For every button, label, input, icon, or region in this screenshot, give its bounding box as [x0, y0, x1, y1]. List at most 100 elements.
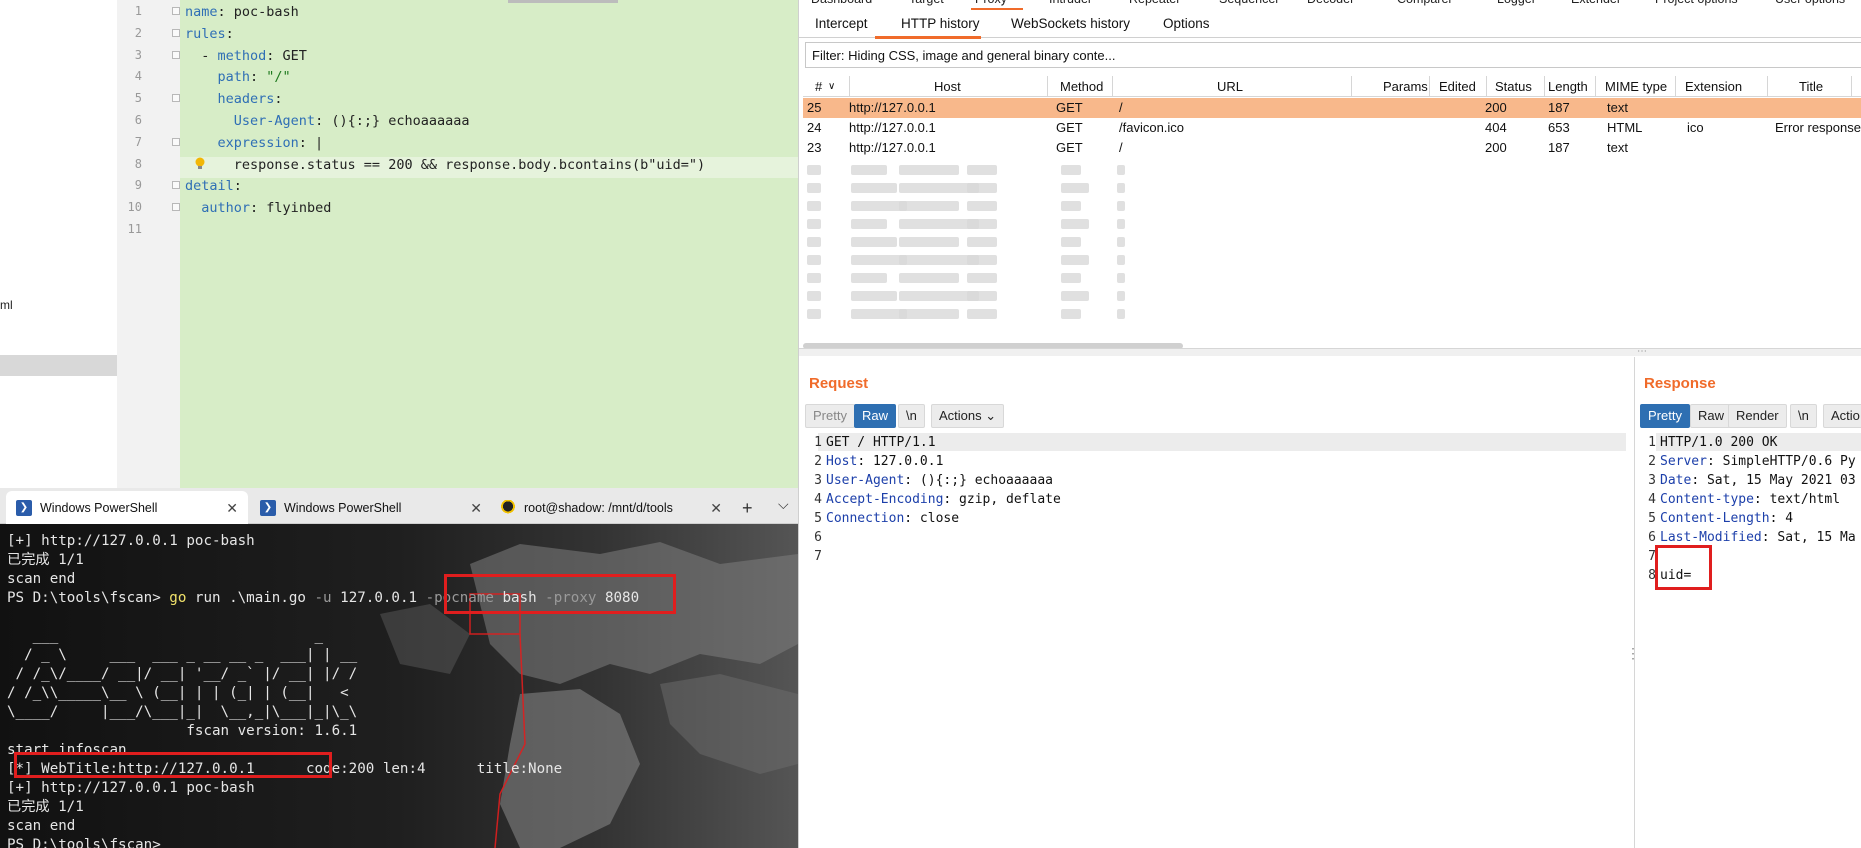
fold-marker-icon[interactable]	[172, 181, 180, 190]
close-icon[interactable]: ✕	[710, 500, 722, 517]
column-header-host[interactable]: Host	[934, 79, 961, 94]
line-number: 4	[1648, 492, 1656, 507]
project-selected-item[interactable]	[0, 355, 122, 376]
column-separator[interactable]	[1544, 76, 1545, 97]
split-handle-icon[interactable]: ⋯	[1637, 346, 1647, 357]
sub-tab-websockets-history[interactable]: WebSockets history	[1011, 16, 1130, 31]
header-value: : text/html	[1753, 492, 1841, 507]
text-segment: expression	[217, 134, 299, 151]
header-value: : 127.0.0.1	[857, 454, 944, 469]
column-header-num[interactable]: #	[815, 79, 822, 94]
blurred-cell	[1117, 273, 1125, 283]
cell-method: GET	[1056, 100, 1083, 115]
sub-tab-options[interactable]: Options	[1163, 16, 1210, 31]
view-button-pretty[interactable]: Pretty	[1640, 404, 1690, 428]
column-header-length[interactable]: Length	[1548, 79, 1588, 94]
text-segment: fscan version: 1.6.1	[7, 723, 358, 739]
button-label: Actions	[939, 408, 982, 423]
sub-tab-http-history[interactable]: HTTP history	[901, 16, 980, 31]
top-tab-project-options[interactable]: Project options	[1655, 0, 1738, 6]
column-separator[interactable]	[1112, 76, 1113, 97]
new-tab-plus-icon[interactable]: +	[742, 498, 753, 519]
split-pane-divider[interactable]	[799, 348, 1861, 356]
fold-marker-icon[interactable]	[172, 7, 180, 15]
fold-marker-icon[interactable]	[172, 28, 180, 37]
column-separator[interactable]	[1767, 76, 1768, 97]
lightbulb-icon[interactable]	[194, 157, 206, 171]
column-separator[interactable]	[849, 76, 850, 97]
blurred-cell	[899, 273, 959, 283]
top-tab-target[interactable]: Target	[909, 0, 944, 6]
response-panel-title: Response	[1644, 375, 1716, 392]
close-icon[interactable]: ✕	[470, 500, 482, 517]
view-button-actio[interactable]: Actio	[1823, 404, 1861, 428]
text-segment: rules	[185, 25, 226, 42]
view-button-actions[interactable]: Actions ⌄	[931, 404, 1005, 428]
terminal-tab[interactable]: ❯ Windows PowerShell ✕	[6, 491, 248, 524]
column-header-url[interactable]: URL	[1217, 79, 1243, 94]
view-button-newline[interactable]: \n	[1790, 404, 1817, 428]
top-tab-repeater[interactable]: Repeater	[1129, 0, 1180, 6]
column-separator[interactable]	[1675, 76, 1676, 97]
column-separator[interactable]	[1595, 76, 1596, 97]
top-tab-decoder[interactable]: Decoder	[1307, 0, 1354, 6]
message-line: 2 Server: SimpleHTTP/0.6 Py	[1642, 452, 1856, 471]
cell-host: http://127.0.0.1	[849, 100, 936, 115]
column-header-status[interactable]: Status	[1495, 79, 1532, 94]
fold-marker-icon[interactable]	[172, 203, 180, 212]
view-button-raw[interactable]: Raw	[1690, 404, 1733, 428]
top-tab-extender[interactable]: Extender	[1571, 0, 1621, 6]
line-number: 8	[1648, 568, 1656, 583]
view-button-pretty[interactable]: Pretty	[805, 404, 855, 428]
terminal-tab[interactable]: ❯ Windows PowerShell ✕	[250, 491, 492, 524]
view-button-raw[interactable]: Raw	[854, 404, 897, 428]
sub-tab-intercept[interactable]: Intercept	[815, 16, 868, 31]
top-tab-intruder[interactable]: Intruder	[1049, 0, 1092, 6]
column-header-title[interactable]: Title	[1799, 79, 1823, 94]
cell-num: 23	[807, 140, 822, 155]
table-row[interactable]: 23 http://127.0.0.1 GET / 200 187 text	[803, 138, 1861, 158]
column-separator[interactable]	[1486, 76, 1487, 97]
header-value: : Sat, 15 Ma	[1761, 530, 1856, 545]
text-segment: :	[274, 91, 283, 108]
sort-chevron-icon[interactable]: ∨	[828, 81, 835, 92]
blurred-cell	[851, 291, 897, 301]
project-item-fragment[interactable]: ml	[0, 298, 13, 312]
column-separator[interactable]	[1351, 76, 1352, 97]
text-segment: scan end	[7, 571, 76, 587]
top-tab-logger[interactable]: Logger	[1497, 0, 1536, 6]
column-separator[interactable]	[1851, 76, 1852, 97]
top-tab-comparer[interactable]: Comparer	[1397, 0, 1453, 6]
terminal-tab[interactable]: root@shadow: /mnt/d/tools ✕	[490, 491, 732, 524]
blurred-cell	[807, 291, 821, 301]
chevron-down-icon[interactable]: ⌵	[778, 496, 789, 513]
top-tab-dashboard[interactable]: Dashboard	[811, 0, 872, 6]
chevron-down-icon: ⌄	[981, 408, 997, 423]
column-header-params[interactable]: Params	[1383, 79, 1428, 94]
fold-marker-icon[interactable]	[172, 137, 180, 146]
line-number: 3	[1648, 473, 1656, 488]
table-row[interactable]: 25 http://127.0.0.1 GET / 200 187 text	[803, 98, 1861, 118]
view-button-render[interactable]: Render	[1728, 404, 1787, 428]
filter-bar[interactable]: Filter: Hiding CSS, image and general bi…	[805, 42, 1861, 68]
line-number: 11	[127, 222, 142, 236]
top-tab-sequencer[interactable]: Sequencer	[1219, 0, 1279, 6]
column-separator[interactable]	[1047, 76, 1048, 97]
fold-marker-icon[interactable]	[172, 50, 180, 59]
fold-marker-icon[interactable]	[172, 94, 180, 103]
table-row[interactable]: 24 http://127.0.0.1 GET/favicon.ico 404 653 H…	[803, 118, 1861, 138]
http-history-tab-underline	[875, 36, 981, 39]
top-tab-user-options[interactable]: User options	[1775, 0, 1845, 6]
view-button-newline[interactable]: \n	[898, 404, 925, 428]
column-header-mime-type[interactable]: MIME type	[1605, 79, 1667, 94]
close-icon[interactable]: ✕	[226, 500, 238, 517]
column-header-method[interactable]: Method	[1060, 79, 1103, 94]
column-header-edited[interactable]: Edited	[1439, 79, 1476, 94]
column-separator[interactable]	[1429, 76, 1430, 97]
column-header-extension[interactable]: Extension	[1685, 79, 1742, 94]
message-line: 7	[808, 547, 826, 566]
top-tab-proxy[interactable]: Proxy	[975, 0, 1007, 6]
vertical-handle-icon[interactable]: ⋮	[1626, 645, 1640, 662]
text-segment	[185, 69, 218, 85]
button-label: Pretty	[813, 408, 847, 423]
